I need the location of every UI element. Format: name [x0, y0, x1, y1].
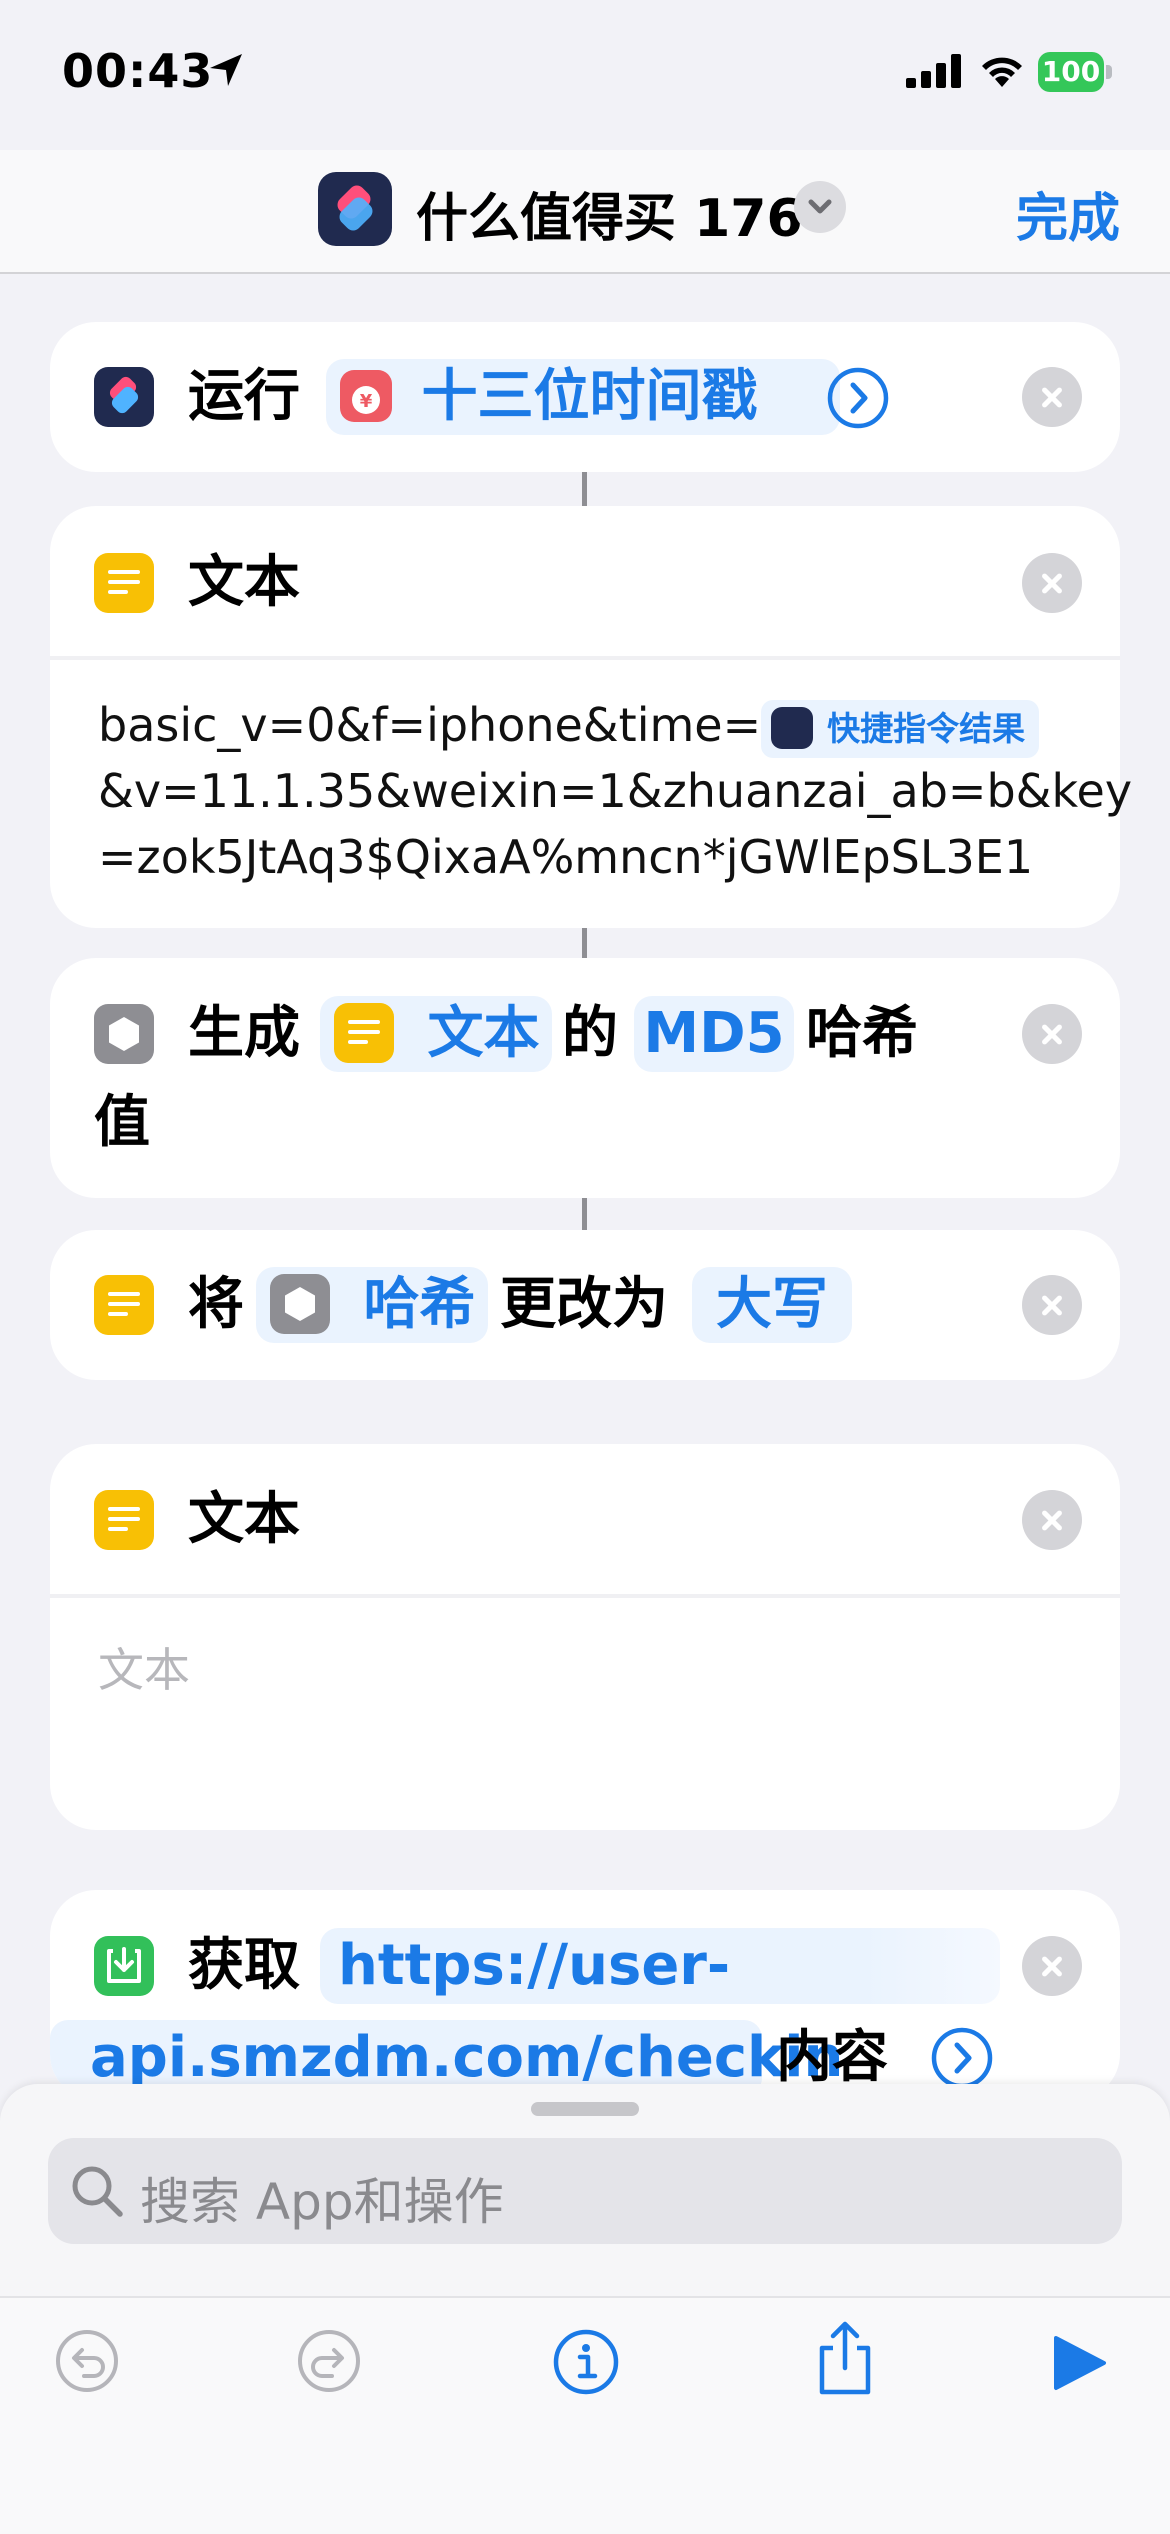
- remove-action-button[interactable]: [1022, 553, 1082, 613]
- search-field[interactable]: 搜索 App和操作: [48, 2138, 1122, 2244]
- redo-icon[interactable]: [296, 2328, 362, 2394]
- input-parameter-label: 哈希: [363, 1272, 476, 1337]
- action-change-case[interactable]: 将 哈希 更改为 大写: [50, 1230, 1120, 1380]
- action-label: 获取: [188, 1933, 300, 1998]
- status-bar: 00:43 100: [0, 0, 1170, 150]
- url-parameter[interactable]: https://user-: [320, 1928, 1000, 2004]
- action-text[interactable]: 文本 文本: [50, 1444, 1120, 1830]
- shortcuts-icon: [771, 707, 814, 749]
- action-label: 文本: [188, 1487, 300, 1552]
- action-connector: [582, 1198, 587, 1230]
- action-label: 运行: [188, 364, 300, 429]
- share-icon[interactable]: [810, 2320, 880, 2396]
- action-label: 值: [94, 1090, 150, 1155]
- search-icon: [72, 2166, 123, 2217]
- text-input[interactable]: 文本: [98, 1634, 190, 1700]
- divider: [50, 656, 1120, 660]
- battery-indicator: 100: [1038, 52, 1112, 92]
- sheet-grabber[interactable]: [531, 2102, 639, 2116]
- remove-action-button[interactable]: [1022, 1490, 1082, 1550]
- shortcut-title[interactable]: 什么值得买 176: [416, 176, 803, 251]
- navigation-bar: 什么值得买 176 完成: [0, 150, 1170, 274]
- algorithm-parameter[interactable]: MD5: [634, 996, 794, 1072]
- wifi-icon: [982, 57, 1022, 87]
- hash-icon: [94, 1004, 154, 1064]
- search-placeholder: 搜索 App和操作: [140, 2173, 504, 2231]
- remove-action-button[interactable]: [1022, 1275, 1082, 1335]
- case-parameter[interactable]: 大写: [692, 1267, 852, 1343]
- action-label: 文本: [188, 550, 300, 615]
- battery-level: 100: [1038, 52, 1104, 92]
- action-label: 生成: [188, 1001, 300, 1066]
- divider: [50, 1594, 1120, 1598]
- action-label: 内容: [776, 2025, 888, 2090]
- status-time: 00:43: [62, 44, 214, 98]
- text-icon: [94, 553, 154, 613]
- input-parameter-label: 文本: [427, 1001, 540, 1066]
- chevron-down-icon[interactable]: [794, 181, 846, 233]
- info-icon[interactable]: [552, 2328, 620, 2396]
- cellular-icon: [906, 54, 961, 88]
- shortcut-app-icon: [318, 172, 392, 246]
- shortcut-parameter[interactable]: ¥ 十三位时间戳: [326, 359, 840, 435]
- action-label: 的: [562, 1001, 618, 1066]
- timestamp-shortcut-icon: ¥: [340, 369, 392, 422]
- remove-action-button[interactable]: [1022, 1936, 1082, 1996]
- action-label: 将: [188, 1272, 244, 1337]
- done-button[interactable]: 完成: [1016, 176, 1120, 251]
- text-content-line[interactable]: &v=11.1.35&weixin=1&zhuanzai_ab=b&key: [98, 758, 1132, 824]
- action-connector: [582, 472, 587, 506]
- hash-icon: [270, 1273, 330, 1334]
- variable-token[interactable]: 快捷指令结果: [761, 699, 1040, 758]
- variable-label: 快捷指令结果: [827, 708, 1026, 748]
- undo-icon[interactable]: [54, 2328, 120, 2394]
- text-content-line[interactable]: basic_v=0&f=iphone&time= 快捷指令结果: [98, 692, 1040, 758]
- text-icon: [334, 1002, 394, 1063]
- play-icon[interactable]: [1052, 2334, 1108, 2392]
- action-label: 更改为: [500, 1272, 668, 1337]
- svg-text:¥: ¥: [360, 391, 373, 412]
- text-line: basic_v=0&f=iphone&time=: [98, 698, 762, 752]
- shortcuts-icon: [94, 367, 154, 427]
- chevron-right-circle-icon[interactable]: [826, 366, 890, 430]
- shortcut-parameter-label: 十三位时间戳: [421, 364, 758, 429]
- text-icon: [94, 1490, 154, 1550]
- action-text[interactable]: 文本 basic_v=0&f=iphone&time= 快捷指令结果 &v=11.…: [50, 506, 1132, 928]
- text-content-line[interactable]: =zok5JtAq3$QixaA%mncn*jGWlEpSL3E1: [98, 824, 1033, 890]
- remove-action-button[interactable]: [1022, 1004, 1082, 1064]
- input-parameter[interactable]: 哈希: [256, 1267, 488, 1343]
- action-get-url-contents[interactable]: 获取 https://user- api.smzdm.com/checkin 内…: [50, 1890, 1120, 2100]
- remove-action-button[interactable]: [1022, 367, 1082, 427]
- action-generate-hash[interactable]: 生成 文本 的 MD5 哈希 值: [50, 958, 1120, 1198]
- text-icon: [94, 1275, 154, 1335]
- chevron-right-circle-icon[interactable]: [930, 2026, 994, 2090]
- input-parameter[interactable]: 文本: [320, 996, 552, 1072]
- editor-toolbar: [0, 2296, 1170, 2534]
- action-label: 哈希: [806, 1001, 918, 1066]
- action-connector: [582, 928, 587, 958]
- action-run-shortcut[interactable]: 运行 ¥ 十三位时间戳: [50, 322, 1120, 472]
- download-icon: [94, 1936, 154, 1996]
- location-arrow-icon: [210, 54, 242, 86]
